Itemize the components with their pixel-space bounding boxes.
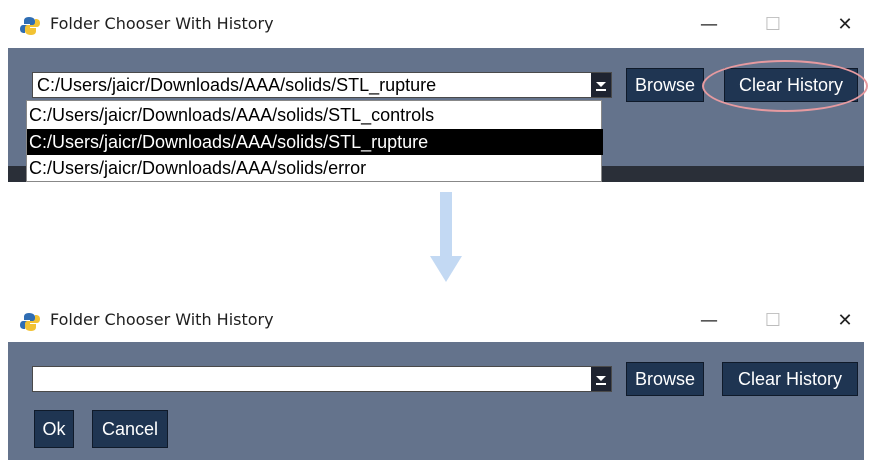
chevron-down-icon — [596, 376, 606, 381]
combo-dropdown-button[interactable] — [591, 73, 611, 97]
clear-history-button[interactable]: Clear History — [722, 362, 858, 396]
minimize-button[interactable]: — — [686, 10, 732, 40]
cancel-button[interactable]: Cancel — [92, 410, 168, 448]
history-dropdown-list: C:/Users/jaicr/Downloads/AAA/solids/STL_… — [26, 100, 603, 182]
underline-icon — [596, 89, 606, 91]
combo-dropdown-button[interactable] — [591, 367, 611, 391]
close-button[interactable]: ✕ — [822, 10, 868, 40]
chevron-down-icon — [596, 82, 606, 87]
browse-button[interactable]: Browse — [626, 68, 704, 102]
ok-button[interactable]: Ok — [34, 410, 74, 448]
folder-combo[interactable] — [32, 366, 612, 392]
dropdown-item-selected[interactable]: C:/Users/jaicr/Downloads/AAA/solids/STL_… — [27, 129, 603, 155]
bottom-titlebar: Folder Chooser With History — ☐ ✕ — [8, 300, 864, 342]
bottom-panel: Browse Clear History Ok Cancel — [8, 344, 864, 460]
top-titlebar: Folder Chooser With History — ☐ ✕ — [8, 4, 864, 46]
dropdown-item[interactable]: C:/Users/jaicr/Downloads/AAA/solids/STL_… — [27, 102, 603, 128]
python-logo-icon — [20, 17, 40, 35]
close-button[interactable]: ✕ — [822, 306, 868, 336]
dropdown-item[interactable]: C:/Users/jaicr/Downloads/AAA/solids/erro… — [27, 155, 603, 181]
window-title: Folder Chooser With History — [50, 14, 274, 33]
bottom-window: Folder Chooser With History — ☐ ✕ Browse… — [8, 300, 864, 460]
down-arrow-icon — [430, 192, 462, 282]
browse-button[interactable]: Browse — [626, 362, 704, 396]
maximize-button[interactable]: ☐ — [750, 306, 796, 336]
window-title: Folder Chooser With History — [50, 310, 274, 329]
folder-combo[interactable]: C:/Users/jaicr/Downloads/AAA/solids/STL_… — [32, 72, 612, 98]
python-logo-icon — [20, 313, 40, 331]
minimize-button[interactable]: — — [686, 306, 732, 336]
highlight-circle — [702, 60, 868, 112]
combo-value: C:/Users/jaicr/Downloads/AAA/solids/STL_… — [37, 75, 437, 95]
underline-icon — [596, 383, 606, 385]
maximize-button[interactable]: ☐ — [750, 10, 796, 40]
